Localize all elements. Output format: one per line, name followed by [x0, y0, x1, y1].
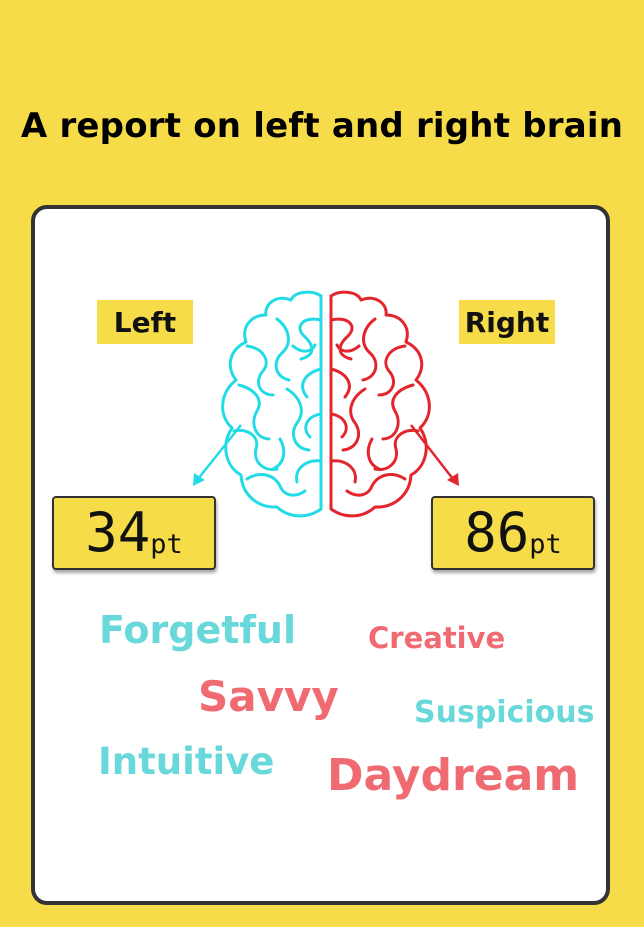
- right-score-value: 86: [464, 501, 530, 564]
- trait-suspicious: Suspicious: [414, 695, 595, 730]
- right-score-unit: pt: [529, 529, 562, 560]
- left-score-box: 34 pt: [52, 496, 216, 570]
- trait-savvy: Savvy: [198, 672, 339, 721]
- trait-intuitive: Intuitive: [98, 740, 275, 783]
- trait-creative: Creative: [368, 621, 506, 655]
- trait-daydream: Daydream: [327, 750, 580, 801]
- brain-right-hemisphere-icon: [329, 290, 431, 518]
- right-score-box: 86 pt: [431, 496, 595, 570]
- left-brain-label: Left: [97, 300, 193, 344]
- left-score-value: 34: [85, 501, 151, 564]
- trait-forgetful: Forgetful: [99, 608, 297, 652]
- right-brain-label: Right: [459, 300, 555, 344]
- brain-report-card: Left Right 34 pt 86 pt Forgetful Creativ…: [31, 205, 610, 905]
- left-score-unit: pt: [150, 529, 183, 560]
- arrow-down-left-icon: [193, 424, 242, 486]
- brain-left-hemisphere-icon: [221, 290, 323, 518]
- page-title: A report on left and right brain: [20, 106, 624, 146]
- arrow-down-right-icon: [410, 424, 459, 486]
